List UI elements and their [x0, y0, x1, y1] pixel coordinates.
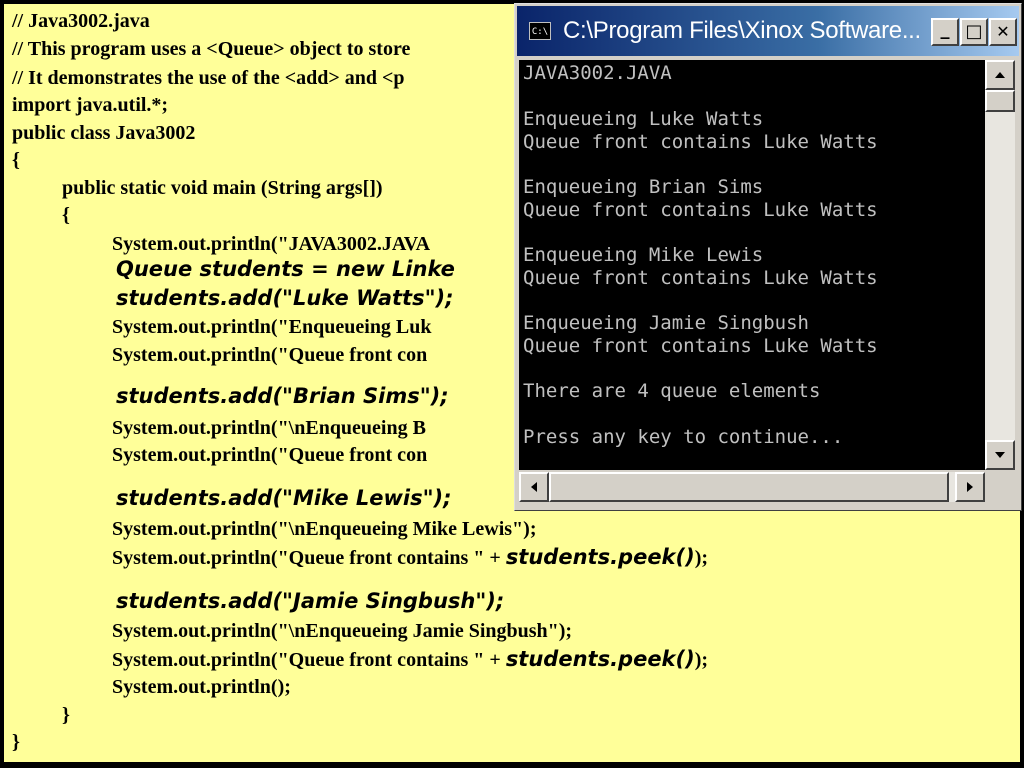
code-println-line: System.out.println("Enqueueing Luk [112, 316, 432, 338]
code-main-line: public static void main (String args[]) [62, 177, 383, 199]
scroll-down-button[interactable] [985, 440, 1015, 470]
console-line: JAVA3002.JAVA [523, 62, 672, 84]
code-brace-line: { [12, 149, 20, 171]
console-app-icon[interactable]: C:\ [529, 22, 551, 40]
console-line: Queue front contains Luke Watts [523, 267, 878, 289]
code-println-line: System.out.println("Queue front con [112, 344, 428, 366]
console-line: Enqueueing Brian Sims [523, 176, 764, 198]
scrollbar-corner [985, 472, 1015, 502]
code-brace-line: } [62, 704, 70, 726]
console-line: Press any key to continue... [523, 426, 844, 448]
code-println-line: System.out.println(); [112, 676, 291, 698]
vertical-scrollbar[interactable] [985, 60, 1015, 470]
code-add-line: students.add("Luke Watts"); [116, 286, 454, 310]
code-peek-call: students.peek() [505, 647, 695, 671]
code-println-line: System.out.println("\nEnqueueing B [112, 417, 426, 439]
console-line: Queue front contains Luke Watts [523, 199, 878, 221]
code-println-line: System.out.println("\nEnqueueing Jamie S… [112, 620, 573, 642]
console-line: Enqueueing Jamie Singbush [523, 312, 809, 334]
arrow-left-icon [531, 482, 537, 492]
horizontal-scroll-thumb[interactable] [549, 472, 949, 502]
console-output[interactable]: JAVA3002.JAVA Enqueueing Luke Watts Queu… [519, 60, 985, 470]
window-titlebar[interactable]: C:\ C:\Program Files\Xinox Software... _… [517, 6, 1019, 56]
console-line: Enqueueing Mike Lewis [523, 244, 764, 266]
maximize-button[interactable]: □ [960, 18, 988, 46]
close-button[interactable]: ✕ [989, 18, 1017, 46]
code-comment-line: // Java3002.java [12, 10, 150, 32]
code-add-line: students.add("Brian Sims"); [116, 384, 449, 408]
code-class-line: public class Java3002 [12, 122, 196, 144]
code-add-line: students.add("Jamie Singbush"); [116, 589, 505, 613]
code-println-line: System.out.println("Queue front con [112, 444, 428, 466]
arrow-down-icon [995, 452, 1005, 458]
code-brace-line: } [12, 731, 20, 753]
minimize-button[interactable]: _ [931, 18, 959, 46]
horizontal-scrollbar[interactable] [519, 472, 985, 502]
code-println-line: System.out.println("Queue front contains… [112, 647, 709, 671]
console-line: Enqueueing Luke Watts [523, 108, 764, 130]
scroll-left-button[interactable] [519, 472, 549, 502]
console-line: Queue front contains Luke Watts [523, 335, 878, 357]
vertical-scroll-thumb[interactable] [985, 90, 1015, 112]
console-line: Queue front contains Luke Watts [523, 131, 878, 153]
code-println-line: System.out.println("Queue front contains… [112, 545, 709, 569]
code-println-line: System.out.println("\nEnqueueing Mike Le… [112, 518, 537, 540]
code-println-line: System.out.println("JAVA3002.JAVA [112, 233, 431, 255]
code-add-line: students.add("Mike Lewis"); [116, 486, 452, 510]
code-comment-line: // It demonstrates the use of the <add> … [12, 67, 405, 89]
code-brace-line: { [62, 204, 70, 226]
arrow-up-icon [995, 72, 1005, 78]
console-window: C:\ C:\Program Files\Xinox Software... _… [514, 3, 1022, 511]
console-line: There are 4 queue elements [523, 380, 821, 402]
scroll-right-button[interactable] [955, 472, 985, 502]
arrow-right-icon [967, 482, 973, 492]
code-comment-line: // This program uses a <Queue> object to… [12, 38, 411, 60]
code-queue-declaration: Queue students = new Linke [116, 257, 455, 281]
window-title: C:\Program Files\Xinox Software... [563, 17, 921, 44]
code-peek-call: students.peek() [505, 545, 695, 569]
code-import-line: import java.util.*; [12, 94, 169, 116]
scroll-up-button[interactable] [985, 60, 1015, 90]
